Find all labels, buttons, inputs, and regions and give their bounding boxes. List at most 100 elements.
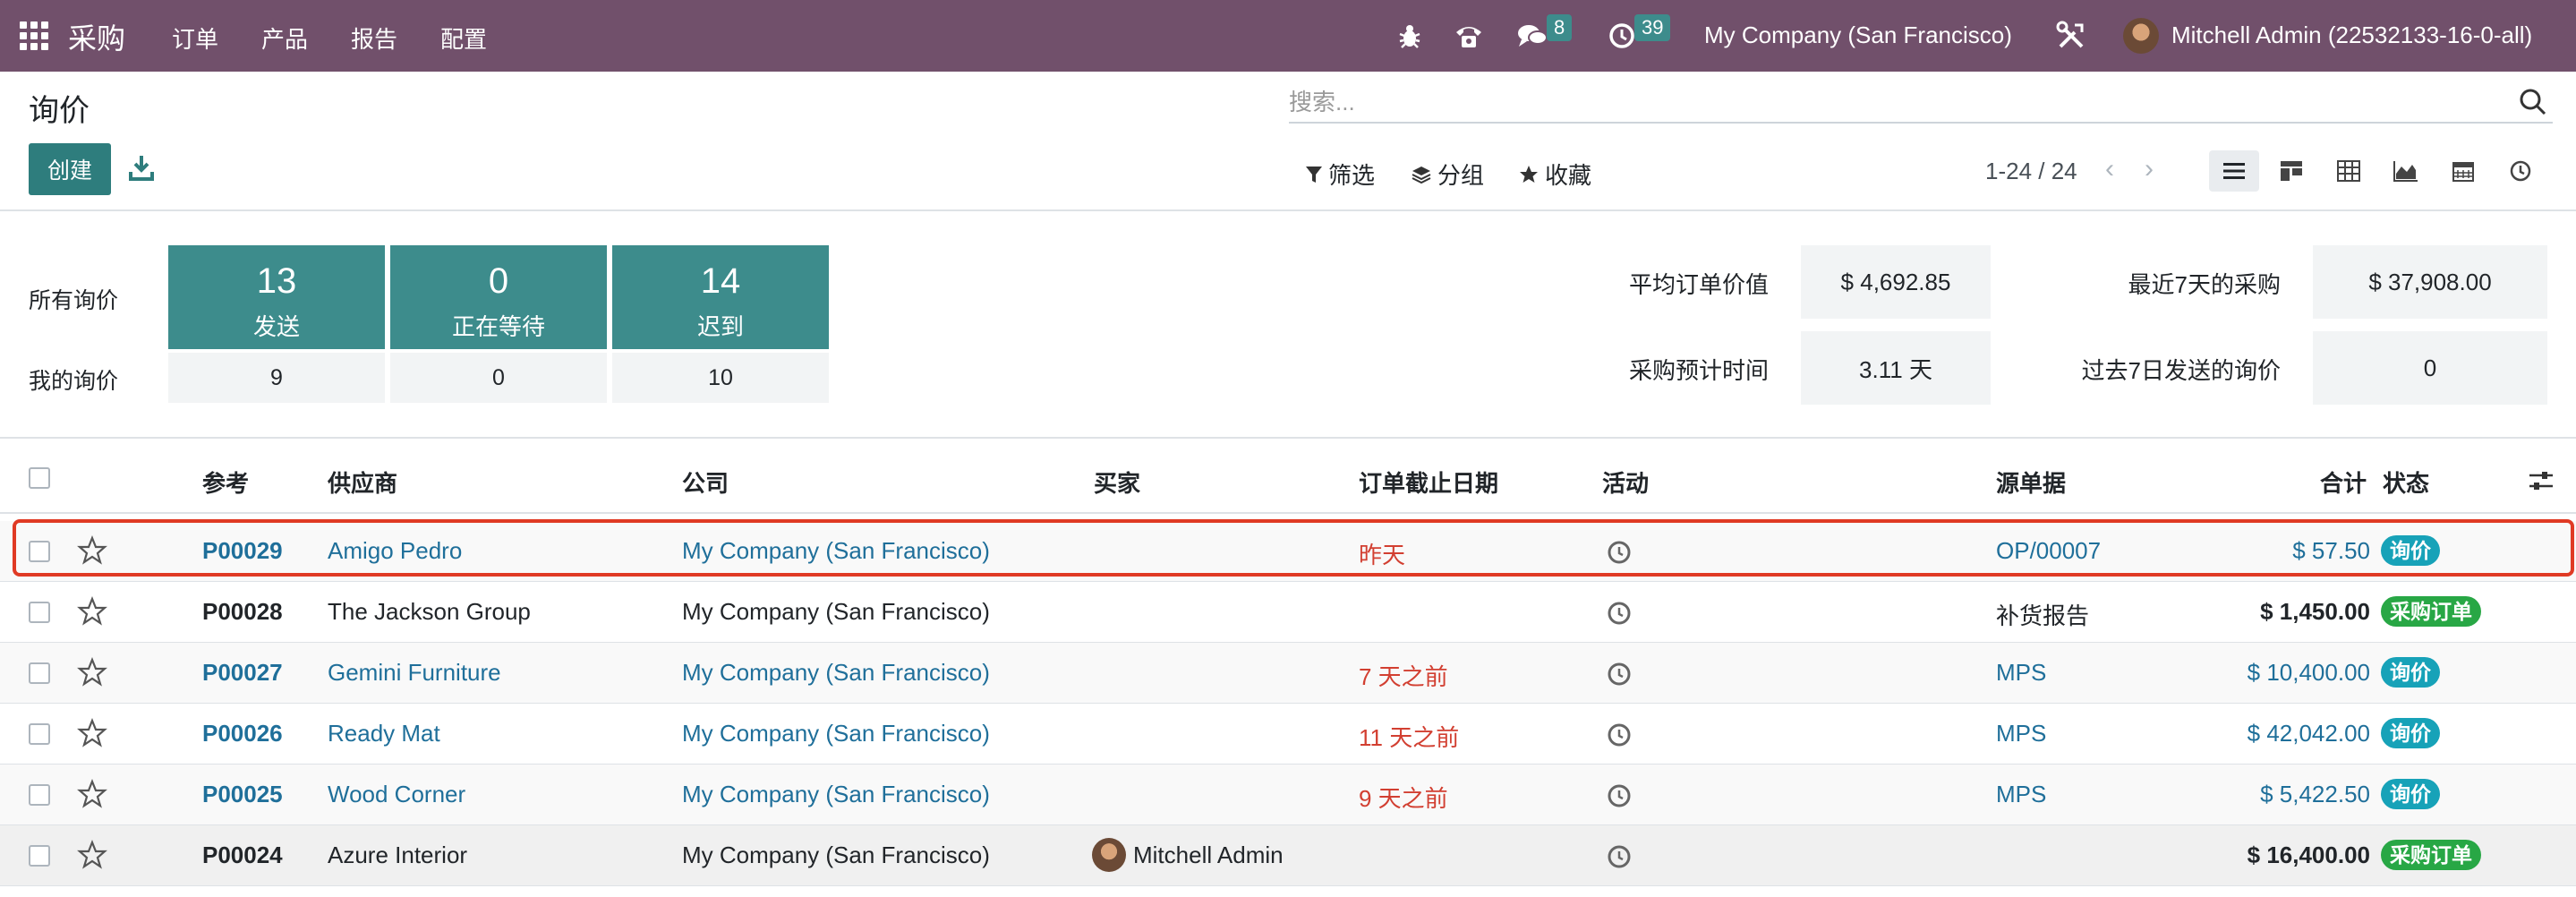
row-company[interactable]: My Company (San Francisco) bbox=[682, 841, 990, 869]
my-waiting-count[interactable]: 0 bbox=[390, 353, 607, 403]
activity-clock-icon[interactable] bbox=[1606, 782, 1633, 809]
tile-late[interactable]: 14 迟到 bbox=[612, 245, 829, 349]
row-reference[interactable]: P00026 bbox=[202, 720, 283, 748]
tile-sent-label: 发送 bbox=[252, 313, 300, 340]
table-row[interactable]: P00027 Gemini Furniture My Company (San … bbox=[0, 643, 2576, 704]
optional-columns-icon[interactable] bbox=[2528, 469, 2555, 492]
phone-icon[interactable] bbox=[1454, 21, 1484, 50]
row-vendor[interactable]: Wood Corner bbox=[328, 781, 465, 808]
tile-sent[interactable]: 13 发送 bbox=[168, 245, 385, 349]
user-menu[interactable]: Mitchell Admin (22532133-16-0-all) bbox=[2171, 21, 2532, 49]
row-source[interactable]: MPS bbox=[1996, 720, 2046, 748]
search-icon[interactable] bbox=[2517, 86, 2549, 118]
col-company[interactable]: 公司 bbox=[682, 466, 729, 499]
row-checkbox[interactable] bbox=[29, 662, 50, 684]
control-panel-divider bbox=[0, 209, 2576, 211]
menu-configuration[interactable]: 配置 bbox=[440, 21, 487, 55]
row-checkbox[interactable] bbox=[29, 845, 50, 867]
pivot-view-button[interactable] bbox=[2324, 150, 2374, 192]
pager-value[interactable]: 1-24 / 24 bbox=[1985, 158, 2077, 185]
activity-clock-icon[interactable] bbox=[1606, 600, 1633, 627]
debug-bug-icon[interactable] bbox=[1396, 21, 1423, 50]
row-source[interactable]: MPS bbox=[1996, 781, 2046, 808]
row-company[interactable]: My Company (San Francisco) bbox=[682, 598, 990, 626]
row-buyer[interactable]: Mitchell Admin bbox=[1133, 841, 1284, 869]
row-company[interactable]: My Company (San Francisco) bbox=[682, 781, 990, 808]
row-checkbox[interactable] bbox=[29, 784, 50, 806]
download-icon[interactable] bbox=[127, 152, 156, 184]
table-row[interactable]: P00024 Azure Interior My Company (San Fr… bbox=[0, 825, 2576, 886]
table-row[interactable]: P00028 The Jackson Group My Company (San… bbox=[0, 582, 2576, 643]
priority-star-icon[interactable] bbox=[77, 596, 107, 627]
menu-reports[interactable]: 报告 bbox=[351, 21, 397, 55]
row-vendor[interactable]: Gemini Furniture bbox=[328, 659, 501, 687]
row-reference[interactable]: P00025 bbox=[202, 781, 283, 808]
search-bar bbox=[1289, 82, 2553, 124]
settings-tools-icon[interactable] bbox=[2055, 20, 2087, 52]
search-input[interactable] bbox=[1289, 82, 2488, 122]
activities-clock-icon[interactable] bbox=[1608, 21, 1636, 50]
priority-star-icon[interactable] bbox=[77, 840, 107, 870]
row-deadline: 7 天之前 bbox=[1359, 663, 1448, 690]
col-order-deadline[interactable]: 订单截止日期 bbox=[1359, 466, 1498, 499]
avg-order-value-label: 平均订单价值 bbox=[1628, 271, 1769, 298]
filter-button[interactable]: 筛选 bbox=[1305, 158, 1375, 191]
row-company[interactable]: My Company (San Francisco) bbox=[682, 659, 990, 687]
priority-star-icon[interactable] bbox=[77, 779, 107, 809]
pager-previous-icon[interactable]: ‹ bbox=[2105, 154, 2114, 184]
col-status[interactable]: 状态 bbox=[2383, 466, 2429, 499]
favorites-button[interactable]: 收藏 bbox=[1518, 158, 1591, 191]
priority-star-icon[interactable] bbox=[77, 657, 107, 688]
apps-menu-icon[interactable] bbox=[20, 21, 48, 50]
col-total[interactable]: 合计 bbox=[2320, 466, 2367, 499]
list-view-button[interactable] bbox=[2209, 150, 2259, 192]
menu-orders[interactable]: 订单 bbox=[172, 21, 218, 55]
row-reference[interactable]: P00024 bbox=[202, 841, 283, 869]
graph-view-button[interactable] bbox=[2381, 150, 2431, 192]
tile-waiting[interactable]: 0 正在等待 bbox=[390, 245, 607, 349]
table-row[interactable]: P00026 Ready Mat My Company (San Francis… bbox=[0, 704, 2576, 765]
row-source[interactable]: 补货报告 bbox=[1996, 598, 2089, 631]
app-name[interactable]: 采购 bbox=[68, 16, 125, 57]
menu-products[interactable]: 产品 bbox=[261, 21, 308, 55]
my-sent-count[interactable]: 9 bbox=[168, 353, 385, 403]
kanban-view-button[interactable] bbox=[2266, 150, 2316, 192]
row-checkbox[interactable] bbox=[29, 723, 50, 745]
buyer-avatar bbox=[1092, 838, 1126, 872]
row-reference[interactable]: P00027 bbox=[202, 659, 283, 687]
row-reference[interactable]: P00028 bbox=[202, 598, 283, 626]
group-by-button[interactable]: 分组 bbox=[1411, 158, 1484, 191]
messages-icon[interactable] bbox=[1516, 21, 1548, 50]
table-row[interactable]: P00025 Wood Corner My Company (San Franc… bbox=[0, 765, 2576, 825]
user-avatar[interactable] bbox=[2123, 18, 2159, 54]
status-badge: 询价 bbox=[2381, 779, 2440, 809]
priority-star-icon[interactable] bbox=[77, 718, 107, 748]
select-all-checkbox[interactable] bbox=[29, 467, 50, 489]
avg-order-value: $ 4,692.85 bbox=[1801, 245, 1991, 319]
activity-clock-icon[interactable] bbox=[1606, 661, 1633, 688]
col-reference[interactable]: 参考 bbox=[202, 466, 249, 499]
activity-view-button[interactable] bbox=[2495, 150, 2546, 192]
last7-purchase-value: $ 37,908.00 bbox=[2313, 245, 2547, 319]
list-view-icon bbox=[2223, 163, 2245, 179]
create-button[interactable]: 创建 bbox=[29, 143, 111, 195]
status-badge: 询价 bbox=[2381, 657, 2440, 688]
row-vendor[interactable]: Azure Interior bbox=[328, 841, 467, 869]
pager-next-icon[interactable]: › bbox=[2145, 154, 2154, 184]
row-source[interactable]: MPS bbox=[1996, 659, 2046, 687]
row-checkbox[interactable] bbox=[29, 602, 50, 623]
row-vendor[interactable]: The Jackson Group bbox=[328, 598, 531, 626]
my-late-count[interactable]: 10 bbox=[612, 353, 829, 403]
row-vendor[interactable]: Ready Mat bbox=[328, 720, 440, 748]
col-source-document[interactable]: 源单据 bbox=[1996, 466, 2066, 499]
row-total: $ 16,400.00 bbox=[2247, 841, 2370, 868]
company-switcher[interactable]: My Company (San Francisco) bbox=[1704, 21, 2012, 49]
calendar-view-button[interactable] bbox=[2438, 150, 2488, 192]
col-buyer[interactable]: 买家 bbox=[1094, 466, 1140, 499]
row-company[interactable]: My Company (San Francisco) bbox=[682, 720, 990, 748]
activity-clock-icon[interactable] bbox=[1606, 843, 1633, 870]
col-activity[interactable]: 活动 bbox=[1602, 466, 1649, 499]
status-badge: 询价 bbox=[2381, 718, 2440, 748]
col-vendor[interactable]: 供应商 bbox=[328, 466, 397, 499]
activity-clock-icon[interactable] bbox=[1606, 722, 1633, 748]
